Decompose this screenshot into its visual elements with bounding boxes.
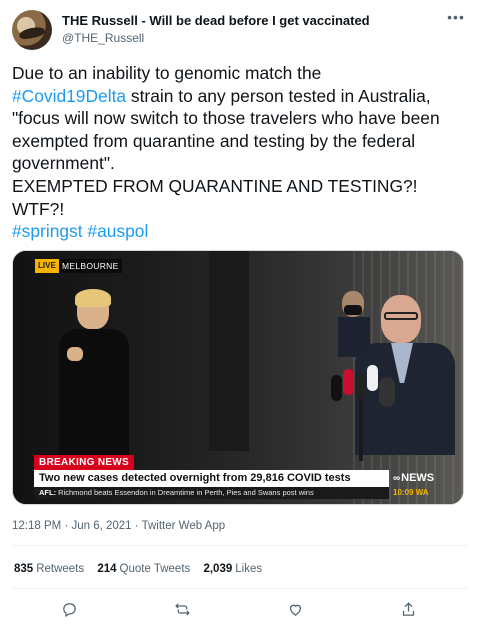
abc-logo-icon: ∞ bbox=[393, 473, 401, 484]
media-pillar bbox=[209, 251, 249, 451]
breaking-news-label: BREAKING NEWS bbox=[34, 455, 135, 470]
abc-news-label: NEWS bbox=[401, 472, 435, 484]
like-icon[interactable] bbox=[284, 598, 306, 620]
microphone-icon bbox=[379, 377, 395, 407]
hashtags-line: #springst #auspol bbox=[12, 220, 468, 243]
tweet-time[interactable]: 12:18 PM bbox=[12, 520, 61, 532]
tweet-line: government". bbox=[12, 153, 115, 174]
tweet-line: WTF?! bbox=[12, 198, 65, 219]
avatar[interactable] bbox=[12, 10, 52, 50]
quote-tweets-stat[interactable]: 214 Quote Tweets bbox=[97, 563, 190, 575]
hashtag-link[interactable]: #Covid19Delta bbox=[12, 86, 126, 106]
news-headline: Two new cases detected overnight from 29… bbox=[34, 470, 389, 487]
abc-news-logo: ∞NEWS bbox=[393, 470, 448, 486]
ticker-text: Richmond beats Essendon in Dreamtime in … bbox=[56, 488, 314, 497]
tweet-meta: 12:18 PM · Jun 6, 2021 · Twitter Web App bbox=[12, 520, 225, 532]
microphone-icon bbox=[367, 365, 378, 391]
divider bbox=[12, 588, 468, 589]
avatar-bird-image bbox=[18, 25, 46, 41]
tweet-line: #Covid19Delta strain to any person teste… bbox=[12, 85, 468, 108]
quote-tweets-label: Quote Tweets bbox=[119, 563, 191, 575]
tweet-date[interactable]: Jun 6, 2021 bbox=[71, 520, 131, 532]
retweets-label: Retweets bbox=[36, 563, 85, 575]
likes-count: 2,039 bbox=[203, 563, 233, 575]
more-horizontal-icon[interactable]: ••• bbox=[446, 10, 466, 30]
likes-label: Likes bbox=[235, 563, 263, 575]
microphone-icon bbox=[343, 369, 354, 395]
share-icon[interactable] bbox=[397, 598, 419, 620]
ticker-prefix: AFL: bbox=[39, 488, 57, 497]
divider bbox=[12, 545, 468, 546]
quote-tweets-count: 214 bbox=[97, 563, 117, 575]
author-handle[interactable]: @THE_Russell bbox=[62, 31, 144, 45]
news-ticker: AFL: Richmond beats Essendon in Dreamtim… bbox=[34, 487, 389, 499]
hashtag-link[interactable]: #springst bbox=[12, 221, 83, 241]
retweet-icon[interactable] bbox=[171, 598, 193, 620]
author-display-name[interactable]: THE Russell - Will be dead before I get … bbox=[62, 13, 370, 28]
tweet-line: "focus will now switch to those traveler… bbox=[12, 108, 440, 129]
live-location: MELBOURNE bbox=[59, 259, 122, 273]
interpreter-figure bbox=[53, 289, 133, 461]
tweet-line: Due to an inability to genomic match the bbox=[12, 63, 322, 83]
tweet-line: EXEMPTED FROM QUARANTINE AND TESTING?! bbox=[12, 175, 418, 196]
tweet-stats: 835 Retweets 214 Quote Tweets 2,039 Likes bbox=[14, 563, 272, 575]
retweets-count: 835 bbox=[14, 563, 34, 575]
tweet-header: THE Russell - Will be dead before I get … bbox=[12, 10, 468, 50]
tweet-source[interactable]: Twitter Web App bbox=[142, 520, 226, 532]
microphone-icon bbox=[331, 375, 342, 401]
broadcast-time: 10:09 WA bbox=[393, 488, 429, 497]
tweet-line-text: strain to any person tested in Australia… bbox=[126, 85, 431, 106]
tweet-actions bbox=[0, 598, 478, 620]
live-badge: LIVE bbox=[35, 259, 59, 273]
hashtag-link[interactable]: #auspol bbox=[87, 221, 148, 241]
microphone-icon bbox=[355, 373, 366, 399]
likes-stat[interactable]: 2,039 Likes bbox=[203, 563, 262, 575]
separator-dot: · bbox=[134, 520, 142, 532]
tweet-line: exempted from quarantine and testing by … bbox=[12, 130, 416, 151]
reply-icon[interactable] bbox=[58, 598, 80, 620]
tweet-text: Due to an inability to genomic match the… bbox=[12, 62, 468, 243]
retweets-stat[interactable]: 835 Retweets bbox=[14, 563, 84, 575]
microphone-stand bbox=[359, 391, 363, 461]
tweet-media-image[interactable]: LIVE MELBOURNE BREAKING NEWS Two new cas… bbox=[12, 250, 464, 505]
